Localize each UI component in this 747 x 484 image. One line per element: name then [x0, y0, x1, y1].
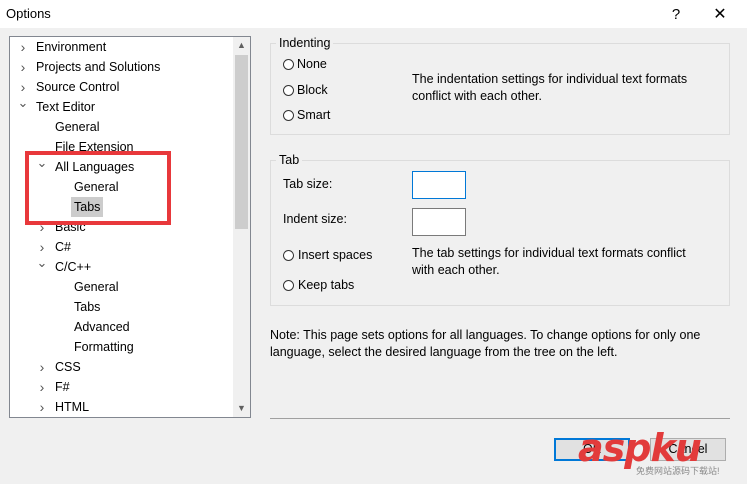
indent-smart-label[interactable]: Smart — [297, 108, 330, 122]
chevron-down-icon[interactable]: ⌄ — [35, 253, 49, 273]
tree-item-label[interactable]: Text Editor — [33, 97, 98, 117]
indent-none-radio[interactable] — [283, 59, 294, 70]
options-tree[interactable]: › Environment › Projects and Solutions › Sour… — [9, 36, 251, 418]
tree-item-label[interactable]: F# — [52, 377, 73, 397]
tree-item[interactable]: › HTML — [10, 397, 232, 417]
tree-item-label[interactable]: C/C++ — [52, 257, 94, 277]
tree-item[interactable]: ⌄ C/C++ — [10, 255, 232, 277]
tree-item[interactable]: ⌄ Text Editor — [10, 95, 232, 117]
chevron-down-icon[interactable]: ⌄ — [16, 93, 30, 113]
close-button[interactable]: ✕ — [700, 0, 740, 28]
scroll-down-icon[interactable]: ▼ — [233, 400, 250, 417]
chevron-right-icon[interactable]: › — [35, 357, 49, 377]
keep-tabs-radio[interactable] — [283, 280, 294, 291]
window-title: Options — [6, 6, 51, 21]
tree-item-label[interactable]: Tabs — [71, 297, 103, 317]
indent-size-label: Indent size: — [283, 212, 347, 226]
tree-item[interactable]: Advanced — [10, 317, 232, 337]
tree-item[interactable]: › Source Control — [10, 77, 232, 97]
tree-item-label[interactable]: Formatting — [71, 337, 137, 357]
keep-tabs-label[interactable]: Keep tabs — [298, 278, 354, 292]
insert-spaces-label[interactable]: Insert spaces — [298, 248, 372, 262]
tab-size-input[interactable] — [412, 171, 466, 199]
scroll-thumb[interactable] — [235, 55, 248, 229]
scroll-up-icon[interactable]: ▲ — [233, 37, 250, 54]
tab-size-label: Tab size: — [283, 177, 333, 191]
chevron-right-icon[interactable]: › — [35, 377, 49, 397]
indent-block-label[interactable]: Block — [297, 83, 328, 97]
note-text: Note: This page sets options for all lan… — [270, 328, 701, 359]
chevron-right-icon[interactable]: › — [16, 57, 30, 77]
tree-item[interactable]: › CSS — [10, 357, 232, 377]
watermark: aspku 免费网站源码下载站! — [574, 426, 742, 478]
tree-item[interactable]: General — [10, 117, 232, 137]
separator — [270, 418, 730, 419]
indent-none-label[interactable]: None — [297, 57, 327, 71]
indent-smart-radio[interactable] — [283, 110, 294, 121]
tab-group-title: Tab — [276, 153, 303, 167]
tree-item-label[interactable]: C# — [52, 237, 74, 257]
tree-item[interactable]: › Environment — [10, 37, 232, 57]
tree-item-label[interactable]: General — [71, 277, 121, 297]
indenting-conflict-text: The indentation settings for individual … — [412, 72, 688, 103]
tree-item-label[interactable]: CSS — [52, 357, 84, 377]
indent-size-input[interactable] — [412, 208, 466, 236]
tree-item-label[interactable]: General — [52, 117, 102, 137]
tree-item-label[interactable]: HTML — [52, 397, 92, 417]
tree-scrollbar[interactable]: ▲ ▼ — [233, 37, 250, 417]
tree-item-label[interactable]: Source Control — [33, 77, 122, 97]
chevron-right-icon[interactable]: › — [16, 37, 30, 57]
title-bar — [0, 0, 747, 28]
tree-item[interactable]: Formatting — [10, 337, 232, 357]
chevron-right-icon[interactable]: › — [35, 397, 49, 417]
tree-item-label[interactable]: Projects and Solutions — [33, 57, 163, 77]
tree-item[interactable]: › Projects and Solutions — [10, 57, 232, 77]
insert-spaces-radio[interactable] — [283, 250, 294, 261]
tree-item[interactable]: General — [10, 277, 232, 297]
annotation-highlight — [25, 151, 171, 225]
tree-item[interactable]: Tabs — [10, 297, 232, 317]
indenting-group-title: Indenting — [276, 36, 334, 50]
help-button[interactable]: ? — [656, 0, 696, 28]
watermark-subtitle: 免费网站源码下载站! — [636, 466, 720, 476]
tab-conflict-text: The tab settings for individual text for… — [412, 246, 686, 277]
tree-item-label[interactable]: Environment — [33, 37, 109, 57]
tree-item-label[interactable]: Advanced — [71, 317, 133, 337]
tree-item[interactable]: › F# — [10, 377, 232, 397]
indent-block-radio[interactable] — [283, 85, 294, 96]
